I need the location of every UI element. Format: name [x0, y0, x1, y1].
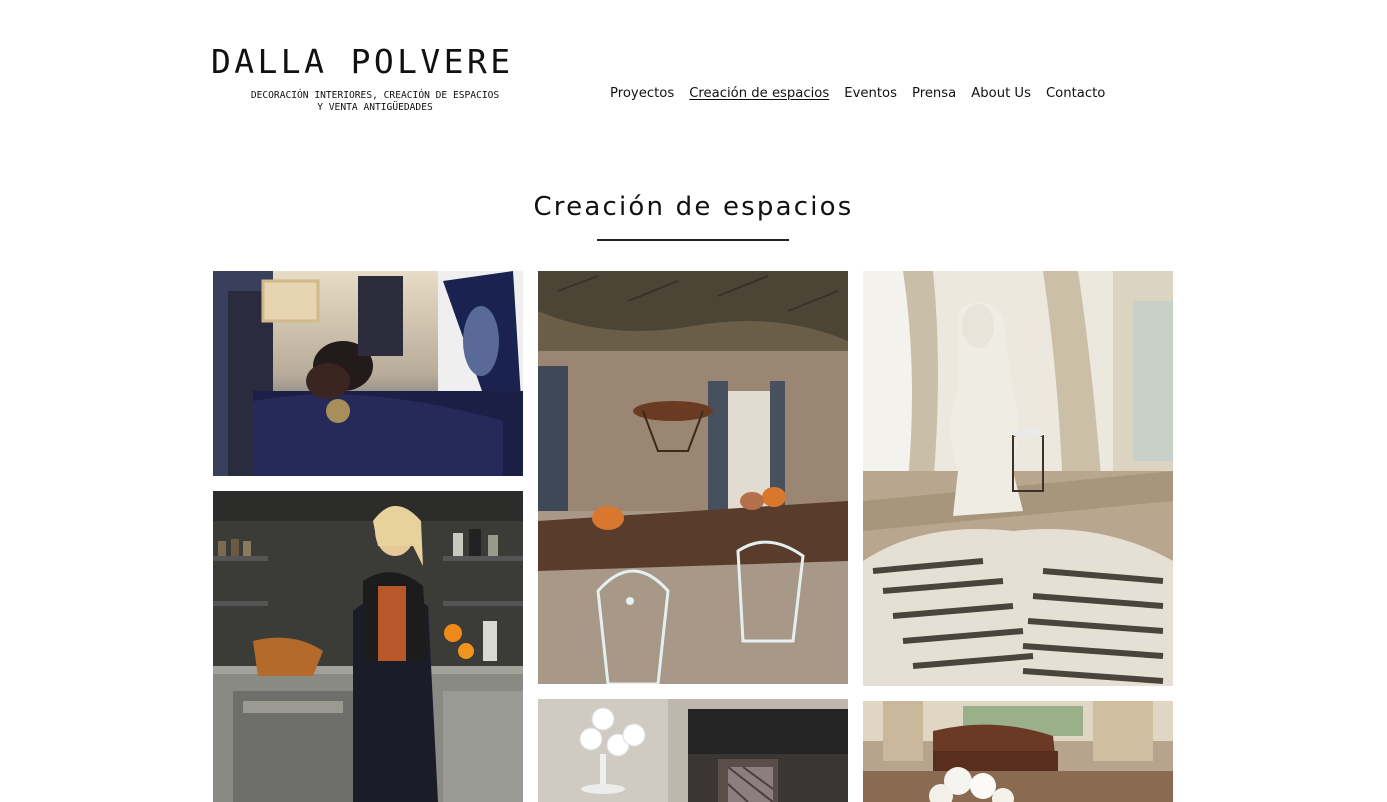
- nav-item-creacion-de-espacios[interactable]: Creación de espacios: [689, 86, 829, 101]
- gallery-photo-5[interactable]: [538, 699, 848, 802]
- title-underline: [597, 239, 789, 241]
- logo-tagline-line-2: Y VENTA ANTIGÜEDADES: [317, 102, 433, 113]
- photo-kitchen-portrait: [213, 491, 523, 802]
- nav-item-prensa[interactable]: Prensa: [912, 86, 956, 101]
- site-logo[interactable]: DALLA POLVERE DECORACIÓN INTERIORES, CRE…: [211, 44, 533, 114]
- gallery-photo-4[interactable]: [213, 491, 523, 802]
- gallery-photo-2[interactable]: [538, 271, 848, 684]
- photo-bedroom-lamp: [538, 699, 848, 802]
- gallery-photo-6[interactable]: [863, 701, 1173, 802]
- logo-tagline-line-1: DECORACIÓN INTERIORES, CREACIÓN DE ESPAC…: [250, 90, 500, 101]
- main-nav: Proyectos Creación de espacios Eventos P…: [610, 86, 1105, 101]
- photo-interior-vanity: [213, 271, 523, 476]
- nav-item-contacto[interactable]: Contacto: [1046, 86, 1105, 101]
- page-title: Creación de espacios: [533, 192, 854, 222]
- logo-tagline: DECORACIÓN INTERIORES, CREACIÓN DE ESPAC…: [211, 90, 533, 114]
- photo-statue-zebra-rug: [863, 271, 1173, 686]
- nav-item-about-us[interactable]: About Us: [971, 86, 1031, 101]
- photo-stone-patio: [538, 271, 848, 684]
- logo-name: DALLA POLVERE: [211, 42, 514, 81]
- gallery-photo-1[interactable]: [213, 271, 523, 476]
- gallery-photo-3[interactable]: [863, 271, 1173, 686]
- nav-item-proyectos[interactable]: Proyectos: [610, 86, 674, 101]
- photo-living-room-roses: [863, 701, 1173, 802]
- nav-item-eventos[interactable]: Eventos: [844, 86, 897, 101]
